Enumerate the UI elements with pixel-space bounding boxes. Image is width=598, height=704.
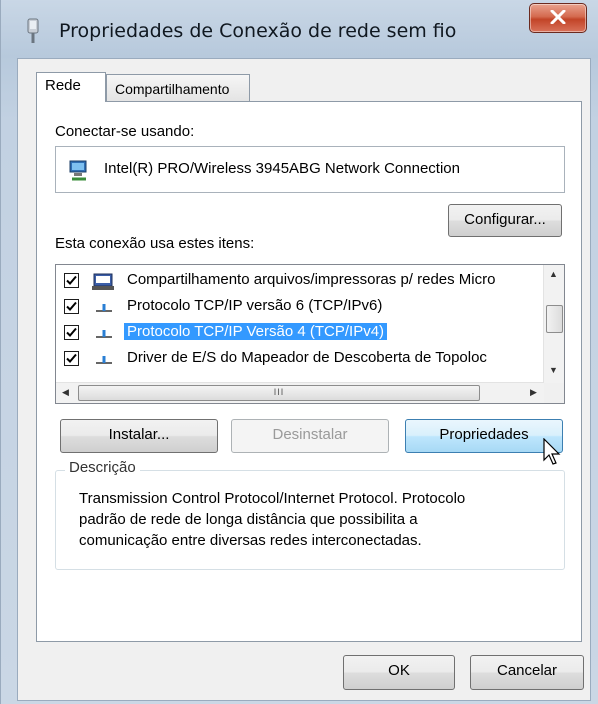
checkbox[interactable]	[64, 325, 79, 340]
vertical-scrollbar[interactable]: ▲ ▼	[543, 265, 564, 383]
check-icon	[66, 275, 77, 285]
item-label: Driver de E/S do Mapeador de Descoberta …	[127, 349, 487, 366]
adapter-field: Intel(R) PRO/Wireless 3945ABG Network Co…	[55, 146, 565, 193]
items-label: Esta conexão usa estes itens:	[55, 235, 255, 252]
item-label: Protocolo TCP/IP versão 6 (TCP/IPv6)	[127, 297, 383, 314]
check-icon	[66, 327, 77, 337]
description-line: Transmission Control Protocol/Internet P…	[79, 490, 466, 507]
description-line: comunicação entre diversas redes interco…	[79, 532, 422, 549]
horizontal-scroll-thumb[interactable]: III	[78, 385, 480, 401]
list-item[interactable]: Driver de E/S do Mapeador de Descoberta …	[64, 349, 534, 371]
list-item[interactable]: Protocolo TCP/IP versão 6 (TCP/IPv6)	[64, 297, 534, 319]
checkbox[interactable]	[64, 273, 79, 288]
tab-compartilhamento[interactable]: Compartilhamento	[106, 74, 250, 102]
ok-button[interactable]: OK	[343, 655, 455, 690]
tab-rede[interactable]: Rede	[36, 72, 106, 102]
items-list[interactable]: Compartilhamento arquivos/impressoras p/…	[55, 264, 565, 404]
protocol-icon	[96, 330, 112, 338]
install-button[interactable]: Instalar...	[60, 419, 218, 453]
scroll-down-icon[interactable]: ▼	[549, 365, 558, 375]
list-item[interactable]: Protocolo TCP/IP Versão 4 (TCP/IPv4)	[64, 323, 534, 345]
check-icon	[66, 353, 77, 363]
checkbox[interactable]	[64, 299, 79, 314]
connect-using-label: Conectar-se usando:	[55, 123, 195, 140]
network-plug-icon	[27, 18, 39, 43]
item-label: Compartilhamento arquivos/impressoras p/…	[127, 271, 496, 288]
printer-share-icon	[92, 273, 114, 290]
description-text: Transmission Control Protocol/Internet P…	[79, 488, 539, 551]
cancel-button[interactable]: Cancelar	[470, 655, 584, 690]
protocol-icon	[96, 356, 112, 364]
description-line: padrão de rede de longa distância que po…	[79, 511, 418, 528]
check-icon	[66, 301, 77, 311]
uninstall-button[interactable]: Desinstalar	[231, 419, 389, 453]
configure-button[interactable]: Configurar...	[448, 204, 562, 237]
window-title: Propriedades de Conexão de rede sem fio	[59, 20, 457, 42]
network-adapter-icon	[69, 160, 87, 181]
horizontal-scrollbar[interactable]: ◀ III ▶	[56, 382, 544, 403]
checkbox[interactable]	[64, 351, 79, 366]
scroll-left-icon[interactable]: ◀	[62, 387, 69, 398]
item-label: Protocolo TCP/IP Versão 4 (TCP/IPv4)	[124, 323, 388, 340]
close-icon	[550, 10, 566, 24]
scroll-up-icon[interactable]: ▲	[549, 269, 558, 279]
adapter-name: Intel(R) PRO/Wireless 3945ABG Network Co…	[104, 160, 460, 177]
protocol-icon	[96, 304, 112, 312]
close-button[interactable]	[529, 3, 587, 33]
mouse-cursor-icon	[543, 438, 561, 465]
properties-button[interactable]: Propriedades	[405, 419, 563, 453]
vertical-scroll-thumb[interactable]	[546, 305, 563, 333]
list-item[interactable]: Compartilhamento arquivos/impressoras p/…	[64, 271, 534, 293]
scroll-right-icon[interactable]: ▶	[530, 387, 537, 398]
scrollbar-corner	[544, 383, 564, 403]
description-legend: Descrição	[65, 459, 140, 476]
